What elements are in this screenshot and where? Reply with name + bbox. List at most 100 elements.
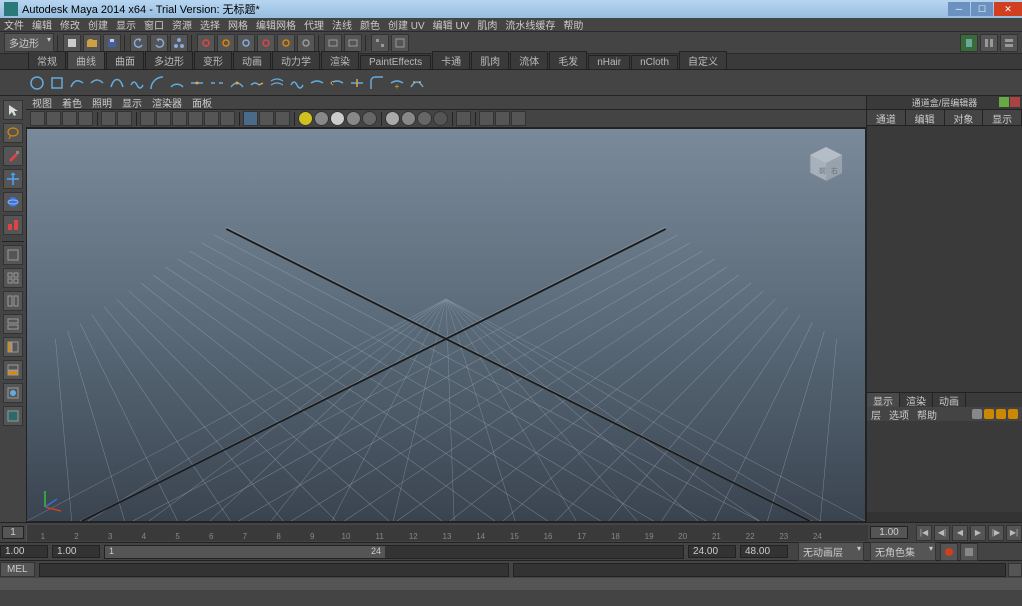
menu-color[interactable]: 颜色 — [360, 17, 380, 32]
shelf-tab-painteffects[interactable]: PaintEffects — [360, 55, 431, 69]
persp-viewport[interactable]: 前 右 — [26, 128, 866, 522]
square-curve-icon[interactable] — [48, 74, 66, 92]
channel-box-toggle[interactable] — [1000, 34, 1018, 52]
safe-action-button[interactable] — [220, 111, 235, 126]
attach-curve-icon[interactable] — [188, 74, 206, 92]
step-back-button[interactable]: ◀| — [934, 525, 950, 541]
panel-menu-show[interactable]: 显示 — [122, 95, 142, 110]
ep-curve-icon[interactable] — [68, 74, 86, 92]
layer-opt-help[interactable]: 帮助 — [917, 407, 937, 422]
layer-opt-layers[interactable]: 层 — [871, 407, 881, 422]
snap-live-button[interactable] — [277, 34, 295, 52]
channel-box-close-icon[interactable] — [1010, 97, 1020, 107]
anti-alias-button[interactable] — [433, 111, 448, 126]
wireframe-on-shaded-button[interactable] — [330, 111, 345, 126]
layer-scrollbar[interactable] — [867, 512, 1022, 522]
shelf-tab-muscle[interactable]: 肌肉 — [471, 51, 509, 69]
channel-tab-show[interactable]: 显示 — [983, 110, 1022, 125]
select-camera-button[interactable] — [30, 111, 45, 126]
shelf-tab-general[interactable]: 常规 — [28, 51, 66, 69]
layer-tab-anim[interactable]: 动画 — [933, 393, 966, 407]
menu-edit[interactable]: 编辑 — [32, 17, 52, 32]
two-side-layout[interactable] — [3, 291, 23, 311]
dof-button[interactable] — [417, 111, 432, 126]
view-cube[interactable]: 前 右 — [805, 143, 847, 185]
shelf-tab-dynamics[interactable]: 动力学 — [272, 51, 320, 69]
open-scene-button[interactable] — [83, 34, 101, 52]
menu-create[interactable]: 创建 — [88, 17, 108, 32]
paint-select-tool[interactable] — [3, 146, 23, 166]
play-back-button[interactable]: ◀ — [952, 525, 968, 541]
grid-toggle-button[interactable] — [140, 111, 155, 126]
shelf-tab-toon[interactable]: 卡通 — [432, 51, 470, 69]
smooth-shade-button[interactable] — [259, 111, 274, 126]
panel-menu-shading[interactable]: 着色 — [62, 95, 82, 110]
shelf-tab-ncloth[interactable]: nCloth — [631, 55, 678, 69]
timeline-current-frame-right[interactable]: 1.00 — [870, 526, 908, 539]
layer-tab-display[interactable]: 显示 — [867, 393, 900, 407]
goto-end-button[interactable]: ▶| — [1006, 525, 1022, 541]
xray-button[interactable] — [346, 111, 361, 126]
timeline-current-frame[interactable]: 1 — [2, 526, 24, 539]
move-tool[interactable] — [3, 169, 23, 189]
bookmarks-button[interactable] — [62, 111, 77, 126]
channel-tab-edit[interactable]: 编辑 — [906, 110, 945, 125]
add-points-icon[interactable]: + — [388, 74, 406, 92]
script-layout[interactable] — [3, 406, 23, 426]
script-editor-button[interactable] — [1008, 563, 1022, 577]
layer-opt-options[interactable]: 选项 — [889, 407, 909, 422]
shelf-tab-deformation[interactable]: 变形 — [194, 51, 232, 69]
module-dropdown[interactable]: 多边形 — [4, 33, 54, 52]
new-scene-button[interactable] — [63, 34, 81, 52]
channel-tab-channels[interactable]: 通道 — [867, 110, 906, 125]
goto-start-button[interactable]: |◀ — [916, 525, 932, 541]
render-settings-button[interactable] — [391, 34, 409, 52]
gamma-button[interactable] — [511, 111, 526, 126]
snap-point-button[interactable] — [237, 34, 255, 52]
menu-mesh[interactable]: 网格 — [228, 17, 248, 32]
use-all-lights-button[interactable] — [298, 111, 313, 126]
persp-outliner-layout[interactable] — [3, 337, 23, 357]
layer-move-down-icon[interactable] — [1008, 409, 1018, 419]
anim-end-field[interactable]: 48.00 — [740, 545, 788, 558]
bezier-curve-icon[interactable] — [108, 74, 126, 92]
smooth-curve-icon[interactable] — [308, 74, 326, 92]
gate-mask-button[interactable] — [188, 111, 203, 126]
window-minimize-button[interactable]: ─ — [948, 2, 970, 16]
single-persp-layout[interactable] — [3, 245, 23, 265]
menu-proxy[interactable]: 代理 — [304, 17, 324, 32]
attribute-editor-toggle[interactable] — [960, 34, 978, 52]
viewport-renderer-button[interactable] — [479, 111, 494, 126]
window-close-button[interactable]: ✕ — [994, 2, 1022, 16]
command-line-mode[interactable]: MEL — [0, 562, 35, 577]
menu-modify[interactable]: 修改 — [60, 17, 80, 32]
menu-pipeline-cache[interactable]: 流水线缓存 — [505, 17, 555, 32]
anim-start-field[interactable]: 1.00 — [0, 545, 48, 558]
layer-tab-render[interactable]: 渲染 — [900, 393, 933, 407]
shelf-tab-polygons[interactable]: 多边形 — [145, 51, 193, 69]
menu-edit-mesh[interactable]: 编辑网格 — [256, 17, 296, 32]
menu-select[interactable]: 选择 — [200, 17, 220, 32]
menu-edit-uv[interactable]: 编辑 UV — [433, 17, 470, 32]
fillet-curve-icon[interactable] — [368, 74, 386, 92]
playback-end-field[interactable]: 24.00 — [688, 545, 736, 558]
cv-curve-icon[interactable] — [88, 74, 106, 92]
menu-help[interactable]: 帮助 — [563, 17, 583, 32]
construction-history-button[interactable] — [371, 34, 389, 52]
lasso-tool[interactable] — [3, 123, 23, 143]
scale-tool[interactable] — [3, 215, 23, 235]
xray-joints-button[interactable] — [362, 111, 377, 126]
rotate-tool[interactable] — [3, 192, 23, 212]
menu-muscle[interactable]: 肌肉 — [477, 17, 497, 32]
shelf-tab-fluids[interactable]: 流体 — [510, 51, 548, 69]
motion-blur-button[interactable] — [401, 111, 416, 126]
select-tool[interactable] — [3, 100, 23, 120]
curve-edit-icon[interactable] — [408, 74, 426, 92]
insert-knot-icon[interactable] — [228, 74, 246, 92]
shadows-button[interactable] — [314, 111, 329, 126]
two-stacked-layout[interactable] — [3, 314, 23, 334]
redo-button[interactable] — [150, 34, 168, 52]
wireframe-button[interactable] — [243, 111, 258, 126]
command-line-input[interactable] — [39, 563, 509, 577]
3pt-arc-icon[interactable] — [168, 74, 186, 92]
